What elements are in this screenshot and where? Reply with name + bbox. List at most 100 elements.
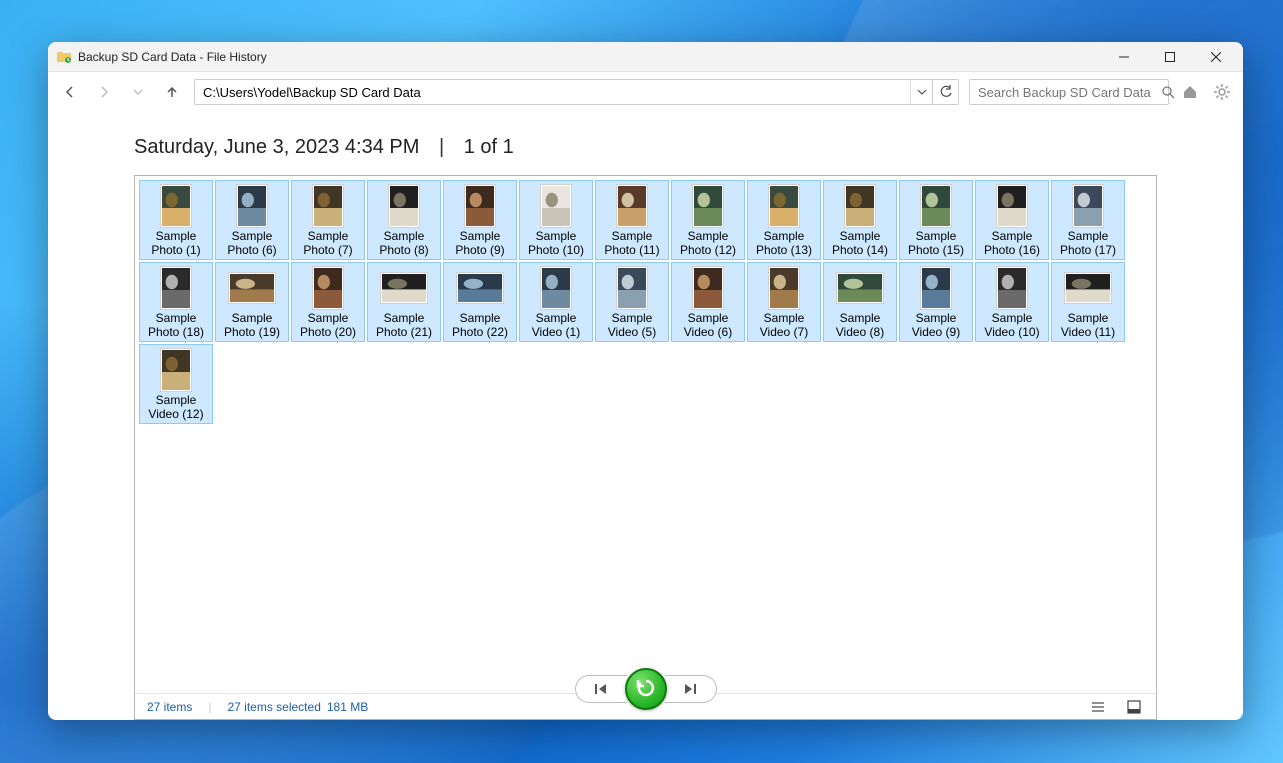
file-thumbnail [688, 185, 728, 227]
file-label: SampleVideo (10) [982, 309, 1041, 339]
status-selected: 27 items selected [227, 700, 320, 714]
file-label: SampleVideo (8) [834, 309, 886, 339]
window-title: Backup SD Card Data - File History [78, 50, 267, 64]
file-thumbnail [764, 185, 804, 227]
file-label: SamplePhoto (13) [754, 227, 814, 257]
close-button[interactable] [1193, 42, 1239, 72]
status-count: 27 items [147, 700, 192, 714]
file-thumbnail [612, 185, 652, 227]
file-item[interactable]: SamplePhoto (21) [367, 262, 441, 342]
back-button[interactable] [58, 80, 82, 104]
file-thumbnail [992, 185, 1032, 227]
file-label: SamplePhoto (16) [982, 227, 1042, 257]
file-grid: SamplePhoto (1) SamplePhoto (6) SamplePh… [139, 180, 1152, 424]
file-label: SamplePhoto (9) [453, 227, 506, 257]
file-thumbnail [916, 185, 956, 227]
file-item[interactable]: SamplePhoto (1) [139, 180, 213, 260]
file-item[interactable]: SamplePhoto (14) [823, 180, 897, 260]
refresh-button[interactable] [932, 80, 958, 104]
file-panel: SamplePhoto (1) SamplePhoto (6) SamplePh… [134, 175, 1157, 720]
file-item[interactable]: SampleVideo (8) [823, 262, 897, 342]
file-grid-scroll[interactable]: SamplePhoto (1) SamplePhoto (6) SamplePh… [135, 176, 1156, 693]
file-thumbnail [384, 185, 424, 227]
home-icon[interactable] [1179, 81, 1201, 103]
gear-icon[interactable] [1211, 81, 1233, 103]
file-item[interactable]: SampleVideo (9) [899, 262, 973, 342]
file-label: SamplePhoto (12) [678, 227, 738, 257]
view-details-icon[interactable] [1088, 697, 1108, 717]
file-label: SamplePhoto (15) [906, 227, 966, 257]
toolbar [48, 72, 1243, 112]
file-item[interactable]: SamplePhoto (15) [899, 180, 973, 260]
file-label: SamplePhoto (18) [146, 309, 206, 339]
file-item[interactable]: SampleVideo (5) [595, 262, 669, 342]
address-input[interactable] [195, 85, 910, 100]
app-icon [56, 49, 72, 65]
file-thumbnail [156, 267, 196, 309]
file-item[interactable]: SampleVideo (6) [671, 262, 745, 342]
status-size: 181 MB [327, 700, 368, 714]
file-item[interactable]: SampleVideo (10) [975, 262, 1049, 342]
file-item[interactable]: SamplePhoto (11) [595, 180, 669, 260]
file-thumbnail [840, 185, 880, 227]
file-label: SampleVideo (1) [530, 309, 582, 339]
file-thumbnail [612, 267, 652, 309]
file-thumbnail [308, 185, 348, 227]
file-label: SamplePhoto (10) [526, 227, 586, 257]
snapshot-position: 1 of 1 [464, 136, 514, 158]
file-thumbnail [1068, 185, 1108, 227]
file-item[interactable]: SamplePhoto (22) [443, 262, 517, 342]
forward-button[interactable] [92, 80, 116, 104]
file-label: SampleVideo (7) [758, 309, 810, 339]
file-label: SamplePhoto (8) [377, 227, 430, 257]
file-item[interactable]: SamplePhoto (19) [215, 262, 289, 342]
file-thumbnail [688, 267, 728, 309]
content-area: Saturday, June 3, 2023 4:34 PM | 1 of 1 … [48, 112, 1243, 720]
file-item[interactable]: SampleVideo (7) [747, 262, 821, 342]
file-item[interactable]: SamplePhoto (7) [291, 180, 365, 260]
address-dropdown[interactable] [910, 80, 932, 104]
file-thumbnail [992, 267, 1032, 309]
file-label: SamplePhoto (14) [830, 227, 890, 257]
file-label: SamplePhoto (22) [450, 309, 510, 339]
file-label: SampleVideo (12) [146, 391, 205, 421]
file-thumbnail [840, 267, 880, 309]
restore-button[interactable] [625, 668, 667, 710]
search-box[interactable] [969, 79, 1169, 105]
next-version-button[interactable] [665, 675, 717, 703]
previous-version-button[interactable] [575, 675, 627, 703]
file-label: SampleVideo (6) [682, 309, 734, 339]
search-input[interactable] [970, 85, 1162, 100]
view-thumbnails-icon[interactable] [1124, 697, 1144, 717]
file-item[interactable]: SamplePhoto (17) [1051, 180, 1125, 260]
search-icon[interactable] [1162, 86, 1175, 99]
file-item[interactable]: SamplePhoto (12) [671, 180, 745, 260]
file-item[interactable]: SamplePhoto (8) [367, 180, 441, 260]
file-label: SamplePhoto (6) [225, 227, 278, 257]
file-thumbnail [764, 267, 804, 309]
maximize-button[interactable] [1147, 42, 1193, 72]
address-bar[interactable] [194, 79, 959, 105]
file-thumbnail [460, 185, 500, 227]
file-item[interactable]: SampleVideo (1) [519, 262, 593, 342]
file-label: SampleVideo (5) [606, 309, 658, 339]
file-history-window: Backup SD Card Data - File History [48, 42, 1243, 720]
recent-dropdown[interactable] [126, 80, 150, 104]
file-item[interactable]: SamplePhoto (20) [291, 262, 365, 342]
file-item[interactable]: SamplePhoto (9) [443, 180, 517, 260]
up-button[interactable] [160, 80, 184, 104]
file-item[interactable]: SampleVideo (12) [139, 344, 213, 424]
file-thumbnail [232, 267, 272, 309]
minimize-button[interactable] [1101, 42, 1147, 72]
file-item[interactable]: SamplePhoto (6) [215, 180, 289, 260]
titlebar[interactable]: Backup SD Card Data - File History [48, 42, 1243, 72]
snapshot-date: Saturday, June 3, 2023 4:34 PM [134, 136, 419, 158]
file-item[interactable]: SamplePhoto (18) [139, 262, 213, 342]
file-label: SampleVideo (9) [910, 309, 962, 339]
file-item[interactable]: SamplePhoto (10) [519, 180, 593, 260]
file-item[interactable]: SamplePhoto (16) [975, 180, 1049, 260]
file-thumbnail [1068, 267, 1108, 309]
file-item[interactable]: SampleVideo (11) [1051, 262, 1125, 342]
file-thumbnail [308, 267, 348, 309]
file-item[interactable]: SamplePhoto (13) [747, 180, 821, 260]
